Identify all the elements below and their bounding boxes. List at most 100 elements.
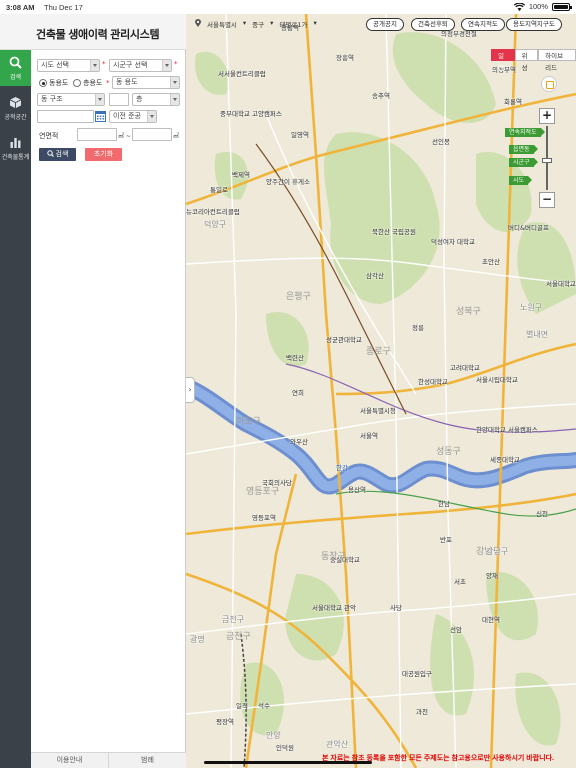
map-label: 연희 (292, 389, 304, 397)
map-label: 회룡역 (504, 98, 522, 106)
map-label: 서서울컨트리클럽 (218, 70, 266, 78)
status-bar: 3:08 AM Thu Dec 17 100% (0, 0, 576, 14)
date-input[interactable] (37, 110, 94, 123)
dong-use-select-value: 동 용도 (116, 78, 138, 86)
map-type-satellite[interactable]: 위성 (514, 49, 539, 72)
location-breadcrumb: 서울특별시 ▾ 중구 ▾ 태평로1가 ▾ (195, 19, 317, 29)
building-setback-button[interactable]: 건축선후퇴 (411, 18, 455, 31)
area-to-input[interactable] (132, 128, 172, 141)
map-label: 대공원입구 (402, 670, 432, 678)
zoom-level-eupmyeondong[interactable]: 읍면동 (509, 145, 538, 154)
map-label: 영등포역 (252, 514, 276, 522)
reset-button[interactable]: 초기화 (85, 148, 122, 161)
condition-select-value: 이전 준공 (113, 112, 141, 120)
map-label: 인덕원 (276, 744, 294, 752)
legend-link[interactable]: 범례 (108, 753, 186, 768)
district-label-eunpyeong: 은평구 (286, 291, 311, 302)
search-button[interactable]: 검색 (39, 148, 76, 161)
radio-floor-use[interactable]: 층용도 (73, 78, 102, 88)
map-label: 국회의사당 (262, 479, 292, 487)
zoom-in-button[interactable]: + (539, 108, 555, 124)
structure-select[interactable]: 동 구조 (37, 93, 105, 106)
nav-public-space-label: 공적공간 (4, 114, 27, 121)
dong-use-select[interactable]: 동 용도 (112, 76, 180, 89)
map-label: 서울역 (360, 432, 378, 440)
structure-select-value: 동 구조 (41, 95, 63, 103)
zoom-level-sido[interactable]: 시도 (509, 176, 533, 185)
map-label: 송추역 (372, 92, 390, 100)
map-label: 장흥역 (336, 54, 354, 62)
map-type-hybrid[interactable]: 하이브리드 (538, 49, 576, 72)
area-unit-to: ㎡ (173, 133, 180, 140)
map-label: 서울특별시청 (360, 407, 396, 415)
floor-select-value: 층 (136, 95, 143, 103)
panel-toggle-button[interactable]: › (186, 377, 195, 403)
map-label: 반포 (440, 536, 452, 544)
map-label: 정릉 (412, 324, 424, 332)
map-label: 광명 (190, 635, 205, 644)
guide-link[interactable]: 이용안내 (31, 753, 108, 768)
map-label: 대현역 (482, 616, 500, 624)
area-label: 연면적 (39, 132, 59, 140)
district-label-seongbuk: 성북구 (456, 306, 481, 317)
map-label: 관악산 (326, 740, 349, 749)
area-from-input[interactable] (77, 128, 117, 141)
area-unit-from: ㎡ ~ (118, 133, 131, 140)
map-label: 일직 (236, 702, 248, 710)
chevron-down-icon (90, 60, 99, 71)
left-nav-rail (0, 14, 31, 768)
cadastral-map-button[interactable]: 연속지적도 (461, 18, 505, 31)
public-open-space-button[interactable]: 공개공지 (366, 18, 404, 31)
fullscreen-button[interactable] (541, 76, 557, 92)
radio-dong-use[interactable]: 동용도 (39, 78, 68, 88)
bar-chart-icon (10, 138, 21, 148)
map-label: 노원구 (520, 303, 543, 312)
zoning-map-button[interactable]: 용도지역지구도 (506, 18, 562, 31)
map-label: 북한산 국립공원 (372, 228, 416, 236)
map-label: 삼각산 (366, 272, 384, 280)
map-label: 와우산 (290, 438, 308, 446)
search-icon (9, 56, 22, 69)
status-date: Thu Dec 17 (44, 3, 83, 12)
map-label: 세종대학교 (490, 456, 520, 464)
nav-search[interactable]: 검색 (0, 50, 31, 86)
map-label: 덕성여자 대학교 (431, 238, 475, 246)
map-label: 양재 (486, 572, 498, 580)
location-sido[interactable]: 서울특별시 (207, 19, 237, 29)
reset-button-label: 초기화 (93, 150, 114, 158)
zoom-out-button[interactable]: − (539, 192, 555, 208)
dropdown-caret-icon: ▾ (313, 19, 317, 27)
map-type-normal[interactable]: 일반 (491, 49, 515, 72)
calendar-icon[interactable] (95, 110, 106, 122)
radio-dong-use-label: 동용도 (49, 79, 69, 87)
map-label: 사당 (390, 604, 402, 612)
sigungu-select[interactable]: 시군구 선택 (109, 59, 172, 72)
condition-select[interactable]: 이전 준공 (109, 110, 157, 123)
zoom-level-cadastral[interactable]: 연속지적도 (505, 128, 545, 137)
battery-icon (552, 2, 572, 11)
floor-select[interactable]: 층 (132, 93, 180, 106)
nav-statistics[interactable]: 건축물통계 (0, 130, 31, 164)
floor-input[interactable] (109, 93, 129, 106)
map-label: 한강 (336, 464, 348, 472)
map-label: 과천 (416, 708, 428, 716)
map-label: 석수 (258, 702, 270, 710)
zoom-control: + − (539, 108, 555, 208)
map-label: 평장역 (216, 718, 234, 726)
location-sigungu[interactable]: 중구 (252, 19, 264, 29)
map-label: 한성대학교 (418, 378, 448, 386)
required-mark: * (102, 60, 106, 68)
dropdown-caret-icon: ▾ (270, 19, 274, 27)
chevron-down-icon (162, 60, 171, 71)
map-label: 선인봉 (432, 138, 450, 146)
zoom-level-sigungu[interactable]: 시군구 (509, 158, 538, 167)
map-label: 선암 (450, 626, 462, 634)
zoom-knob[interactable] (542, 158, 552, 163)
district-label-mapo: 마포구 (236, 416, 261, 427)
nav-search-label: 검색 (9, 74, 22, 81)
sido-select[interactable]: 시도 선택 (37, 59, 100, 72)
location-road[interactable]: 태평로1가 (279, 19, 307, 29)
map-label: 안양 (266, 731, 281, 740)
battery-percent: 100% (528, 2, 548, 11)
nav-public-space[interactable]: 공적공간 (0, 90, 31, 124)
